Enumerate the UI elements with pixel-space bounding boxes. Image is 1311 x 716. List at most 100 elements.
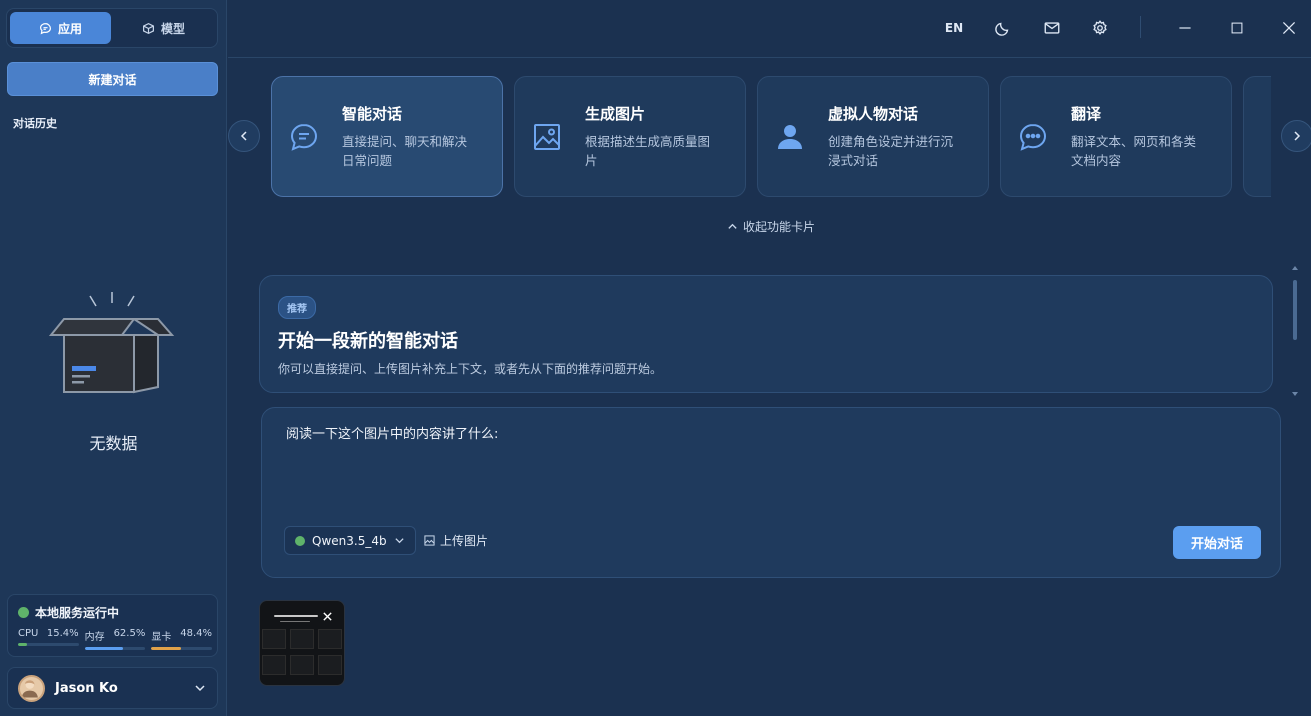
metric-bar-fill	[18, 643, 28, 646]
remove-attachment-button[interactable]	[320, 611, 334, 625]
thumb-content	[318, 629, 342, 649]
thumb-content	[290, 655, 314, 675]
card-translate[interactable]: 翻译 翻译文本、网页和各类文档内容	[1000, 76, 1232, 197]
chevron-down-icon	[394, 538, 404, 544]
card-smart-chat[interactable]: 智能对话 直接提问、聊天和解决日常问题	[271, 76, 503, 197]
metric-bar-fill	[84, 647, 123, 650]
metric-bar	[84, 647, 146, 650]
chevron-right-icon	[1294, 131, 1301, 141]
minimize-icon[interactable]	[1175, 18, 1195, 38]
chat-icon	[39, 22, 51, 34]
model-select[interactable]: Qwen3.5_4b	[284, 526, 416, 555]
collapse-label: 收起功能卡片	[743, 220, 816, 234]
card-partial[interactable]	[1243, 76, 1271, 197]
card-desc: 直接提问、聊天和解决日常问题	[342, 134, 468, 168]
tab-apps[interactable]: 应用	[10, 12, 111, 44]
card-generate-image[interactable]: 生成图片 根据描述生成高质量图片	[514, 76, 746, 197]
image-icon	[424, 535, 435, 546]
thumb-content	[290, 629, 314, 649]
metric-label: CPU	[18, 628, 39, 639]
user-menu[interactable]: Jason Ko	[7, 667, 218, 709]
dots-bubble-icon	[1019, 123, 1047, 151]
recommend-panel: 推荐 开始一段新的智能对话 你可以直接提问、上传图片补充上下文，或者先从下面的推…	[259, 275, 1273, 393]
card-title: 生成图片	[585, 105, 646, 123]
upload-label: 上传图片	[440, 534, 489, 548]
new-chat-button[interactable]: 新建对话	[7, 62, 218, 96]
tab-models-label: 模型	[160, 21, 185, 36]
feature-cards: 智能对话 直接提问、聊天和解决日常问题 生成图片 根据描述生成高质量图片 虚拟人…	[270, 76, 1271, 198]
card-desc: 根据描述生成高质量图片	[585, 134, 711, 168]
card-title: 智能对话	[342, 105, 403, 123]
toolbar-divider	[1140, 16, 1141, 38]
thumb-content	[318, 655, 342, 675]
recommend-badge: 推荐	[278, 296, 316, 319]
chevron-down-icon	[195, 685, 205, 692]
chevron-up-icon	[728, 223, 737, 229]
metric-label: 内存	[84, 632, 105, 643]
carousel-next-button[interactable]	[1281, 120, 1311, 152]
card-text: 生成图片 根据描述生成高质量图片	[585, 103, 719, 170]
thumb-content	[274, 615, 318, 617]
tab-apps-label: 应用	[57, 21, 82, 36]
scroll-down-icon[interactable]	[1291, 390, 1299, 398]
chevron-left-icon	[240, 131, 247, 141]
card-desc: 翻译文本、网页和各类文档内容	[1071, 134, 1197, 168]
model-select-value: Qwen3.5_4b	[312, 533, 387, 548]
sidebar: 应用 模型 新建对话 对话历史 无数据 本地服务运行中 CPU 15.4% 内存…	[0, 0, 227, 716]
gear-icon[interactable]	[1090, 18, 1110, 38]
metric-bar-fill	[151, 647, 181, 650]
service-status-panel: 本地服务运行中 CPU 15.4% 内存 62.5% 显卡 48.4%	[7, 594, 218, 657]
avatar	[18, 674, 45, 702]
thumb-content	[262, 655, 286, 675]
thumb-content	[262, 629, 286, 649]
collapse-cards-button[interactable]: 收起功能卡片	[727, 218, 815, 235]
card-title: 虚拟人物对话	[828, 105, 919, 123]
mail-icon[interactable]	[1042, 18, 1062, 38]
moon-icon[interactable]	[993, 18, 1013, 38]
card-virtual-character[interactable]: 虚拟人物对话 创建角色设定并进行沉浸式对话	[757, 76, 989, 197]
tab-models[interactable]: 模型	[113, 12, 214, 44]
empty-box-icon	[48, 292, 175, 394]
scrollbar-thumb[interactable]	[1293, 280, 1297, 340]
language-toggle[interactable]: EN	[944, 18, 964, 38]
start-chat-button[interactable]: 开始对话	[1173, 526, 1261, 559]
avatar-face-icon	[21, 679, 38, 697]
status-dot-icon	[18, 607, 29, 618]
card-text: 翻译 翻译文本、网页和各类文档内容	[1071, 103, 1205, 170]
metric-gpu: 显卡 48.4%	[151, 628, 213, 650]
metric-bar	[151, 647, 213, 650]
attached-image-thumbnail[interactable]	[259, 600, 345, 686]
box-icon	[143, 22, 154, 34]
service-status-title-row: 本地服务运行中	[18, 604, 119, 621]
scrollbar[interactable]	[1291, 262, 1299, 400]
service-metrics: CPU 15.4% 内存 62.5% 显卡 48.4%	[18, 628, 213, 650]
recommend-title: 开始一段新的智能对话	[278, 331, 458, 352]
chat-input-panel: 阅读一下这个图片中的内容讲了什么: Qwen3.5_4b 上传图片 开始对话	[261, 407, 1281, 578]
metric-label: 显卡	[151, 632, 172, 643]
card-title: 翻译	[1071, 105, 1102, 123]
card-text: 智能对话 直接提问、聊天和解决日常问题	[342, 103, 476, 170]
scroll-up-icon[interactable]	[1291, 264, 1299, 272]
sidebar-tab-switch: 应用 模型	[6, 8, 218, 48]
chat-bubble-icon	[290, 123, 318, 151]
recommend-desc: 你可以直接提问、上传图片补充上下文，或者先从下面的推荐问题开始。	[278, 362, 663, 376]
model-status-dot-icon	[295, 535, 305, 546]
metric-bar	[18, 643, 79, 646]
upload-image-button[interactable]: 上传图片	[424, 532, 488, 549]
service-status-title: 本地服务运行中	[35, 606, 120, 620]
person-icon	[778, 124, 802, 149]
empty-state-text: 无数据	[89, 434, 138, 453]
maximize-icon[interactable]	[1227, 18, 1247, 38]
carousel-prev-button[interactable]	[228, 120, 260, 152]
metric-value: 62.5%	[113, 628, 146, 639]
prompt-input[interactable]: 阅读一下这个图片中的内容讲了什么:	[286, 423, 498, 442]
user-name: Jason Ko	[55, 680, 118, 696]
history-title: 对话历史	[13, 117, 57, 130]
card-desc: 创建角色设定并进行沉浸式对话	[828, 134, 954, 168]
close-icon	[322, 612, 332, 621]
metric-value: 15.4%	[46, 628, 79, 639]
close-icon[interactable]	[1279, 18, 1299, 38]
metric-value: 48.4%	[180, 628, 213, 639]
thumb-content	[280, 621, 310, 622]
top-bar: EN	[228, 0, 1311, 58]
